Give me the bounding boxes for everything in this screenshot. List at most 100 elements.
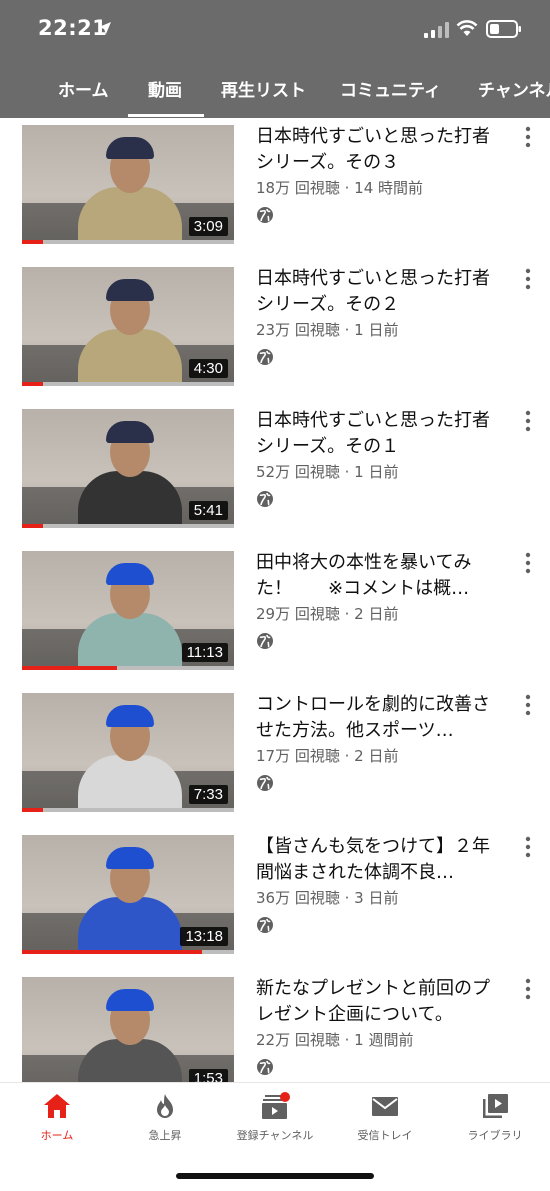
video-list-item[interactable]: 11:13 田中将大の本性を暴いてみた！ ※コメントは概… 29万 回視聴 · … (0, 544, 550, 686)
video-title[interactable]: 日本時代すごいと思った打者シリーズ。その２ (256, 266, 506, 318)
channel-tabs: ホーム 動画 再生リスト コミュニティ チャンネル (0, 62, 550, 118)
nav-subscriptions[interactable]: 登録チャンネル (220, 1091, 330, 1151)
battery-icon (486, 20, 521, 38)
more-options-icon[interactable] (522, 268, 534, 290)
more-options-icon[interactable] (522, 410, 534, 432)
video-list-item[interactable]: 1:53 新たなプレゼントと前回のプレゼント企画について。 22万 回視聴 · … (0, 970, 550, 1082)
nav-inbox-label: 受信トレイ (357, 1129, 413, 1142)
more-options-icon[interactable] (522, 836, 534, 858)
thumbnail-person-body (78, 613, 182, 670)
location-arrow-icon (99, 22, 111, 34)
thumbnail-person-cap (106, 421, 154, 443)
app-header: 22:21 ホーム 動画 再生リスト コミュニティ チャンネル (0, 0, 550, 118)
video-thumbnail[interactable]: 7:33 (22, 693, 234, 812)
video-duration: 11:13 (181, 643, 228, 662)
watch-progress-bar (22, 524, 44, 528)
video-list-item[interactable]: 3:09 日本時代すごいと思った打者シリーズ。その３ 18万 回視聴 · 14 … (0, 118, 550, 260)
video-list-item[interactable]: 5:41 日本時代すごいと思った打者シリーズ。その１ 52万 回視聴 · 1 日… (0, 402, 550, 544)
more-options-icon[interactable] (522, 694, 534, 716)
video-meta: 52万 回視聴 · 1 日前 (256, 463, 399, 481)
video-meta: 29万 回視聴 · 2 日前 (256, 605, 399, 623)
nav-trending-label: 急上昇 (148, 1129, 182, 1142)
more-options-icon[interactable] (522, 126, 534, 148)
video-title[interactable]: 田中将大の本性を暴いてみた！ ※コメントは概… (256, 550, 506, 602)
inbox-icon (372, 1097, 398, 1116)
video-title[interactable]: 新たなプレゼントと前回のプレゼント企画について。 (256, 976, 506, 1028)
nav-home[interactable]: ホーム (2, 1091, 112, 1151)
video-thumbnail[interactable]: 5:41 (22, 409, 234, 528)
watch-progress-bar (22, 382, 44, 386)
video-duration: 13:18 (180, 927, 228, 946)
video-list[interactable]: 3:09 日本時代すごいと思った打者シリーズ。その３ 18万 回視聴 · 14 … (0, 118, 550, 1082)
cellular-signal-icon (424, 22, 449, 38)
globe-icon (257, 349, 273, 365)
tab-videos[interactable]: 動画 (148, 76, 182, 101)
more-options-icon[interactable] (522, 552, 534, 574)
nav-subscriptions-label: 登録チャンネル (236, 1129, 314, 1142)
globe-icon (257, 917, 273, 933)
library-icon (483, 1094, 508, 1118)
nav-trending[interactable]: 急上昇 (110, 1091, 220, 1151)
home-icon (44, 1094, 70, 1118)
video-thumbnail[interactable]: 3:09 (22, 125, 234, 244)
watch-progress-track (22, 808, 234, 812)
home-indicator[interactable] (176, 1173, 374, 1179)
video-duration: 3:09 (188, 217, 228, 236)
video-meta: 18万 回視聴 · 14 時間前 (256, 179, 424, 197)
video-meta: 22万 回視聴 · 1 週間前 (256, 1031, 414, 1049)
watch-progress-bar (22, 240, 44, 244)
tab-community[interactable]: コミュニティ (340, 76, 441, 101)
watch-progress-track (22, 524, 234, 528)
trending-icon (157, 1094, 173, 1118)
nav-library[interactable]: ライブラリ (440, 1091, 550, 1151)
status-time: 22:21 (38, 16, 108, 40)
nav-inbox[interactable]: 受信トレイ (330, 1091, 440, 1151)
video-thumbnail[interactable]: 1:53 (22, 977, 234, 1082)
globe-icon (257, 207, 273, 223)
watch-progress-track (22, 240, 234, 244)
thumbnail-person-body (78, 471, 182, 528)
video-duration: 5:41 (188, 501, 228, 520)
video-title[interactable]: 日本時代すごいと思った打者シリーズ。その１ (256, 408, 506, 460)
thumbnail-person-body (78, 755, 182, 812)
thumbnail-person-cap (106, 137, 154, 159)
thumbnail-person-body (78, 329, 182, 386)
video-list-item[interactable]: 4:30 日本時代すごいと思った打者シリーズ。その２ 23万 回視聴 · 1 日… (0, 260, 550, 402)
video-thumbnail[interactable]: 4:30 (22, 267, 234, 386)
thumbnail-person-cap (106, 563, 154, 585)
watch-progress-bar (22, 666, 118, 670)
watch-progress-bar (22, 950, 203, 954)
nav-home-label: ホーム (40, 1129, 74, 1142)
video-title[interactable]: 日本時代すごいと思った打者シリーズ。その３ (256, 124, 506, 176)
video-thumbnail[interactable]: 13:18 (22, 835, 234, 954)
video-list-item[interactable]: 7:33 コントロールを劇的に改善させた方法。他スポーツ… 17万 回視聴 · … (0, 686, 550, 828)
watch-progress-track (22, 382, 234, 386)
globe-icon (257, 775, 273, 791)
subscriptions-icon (262, 1092, 290, 1119)
active-tab-indicator (128, 114, 204, 117)
video-meta: 17万 回視聴 · 2 日前 (256, 747, 399, 765)
tab-channels[interactable]: チャンネル (478, 76, 550, 101)
wifi-icon (456, 20, 478, 36)
video-list-item[interactable]: 13:18 【皆さんも気をつけて】２年間悩まされた体調不良… 36万 回視聴 ·… (0, 828, 550, 970)
video-duration: 7:33 (188, 785, 228, 804)
tab-playlists[interactable]: 再生リスト (221, 76, 306, 101)
watch-progress-bar (22, 808, 44, 812)
thumbnail-person-body (78, 897, 182, 954)
video-thumbnail[interactable]: 11:13 (22, 551, 234, 670)
status-bar: 22:21 (0, 0, 550, 60)
video-title[interactable]: コントロールを劇的に改善させた方法。他スポーツ… (256, 692, 506, 744)
video-meta: 36万 回視聴 · 3 日前 (256, 889, 399, 907)
globe-icon (257, 491, 273, 507)
nav-library-label: ライブラリ (467, 1129, 523, 1142)
thumbnail-person-cap (106, 279, 154, 301)
thumbnail-person-cap (106, 705, 154, 727)
more-options-icon[interactable] (522, 978, 534, 1000)
tab-home[interactable]: ホーム (58, 76, 109, 101)
thumbnail-person-cap (106, 989, 154, 1011)
video-title[interactable]: 【皆さんも気をつけて】２年間悩まされた体調不良… (256, 834, 506, 886)
thumbnail-person-cap (106, 847, 154, 869)
video-meta: 23万 回視聴 · 1 日前 (256, 321, 399, 339)
globe-icon (257, 633, 273, 649)
video-duration: 1:53 (188, 1069, 228, 1082)
